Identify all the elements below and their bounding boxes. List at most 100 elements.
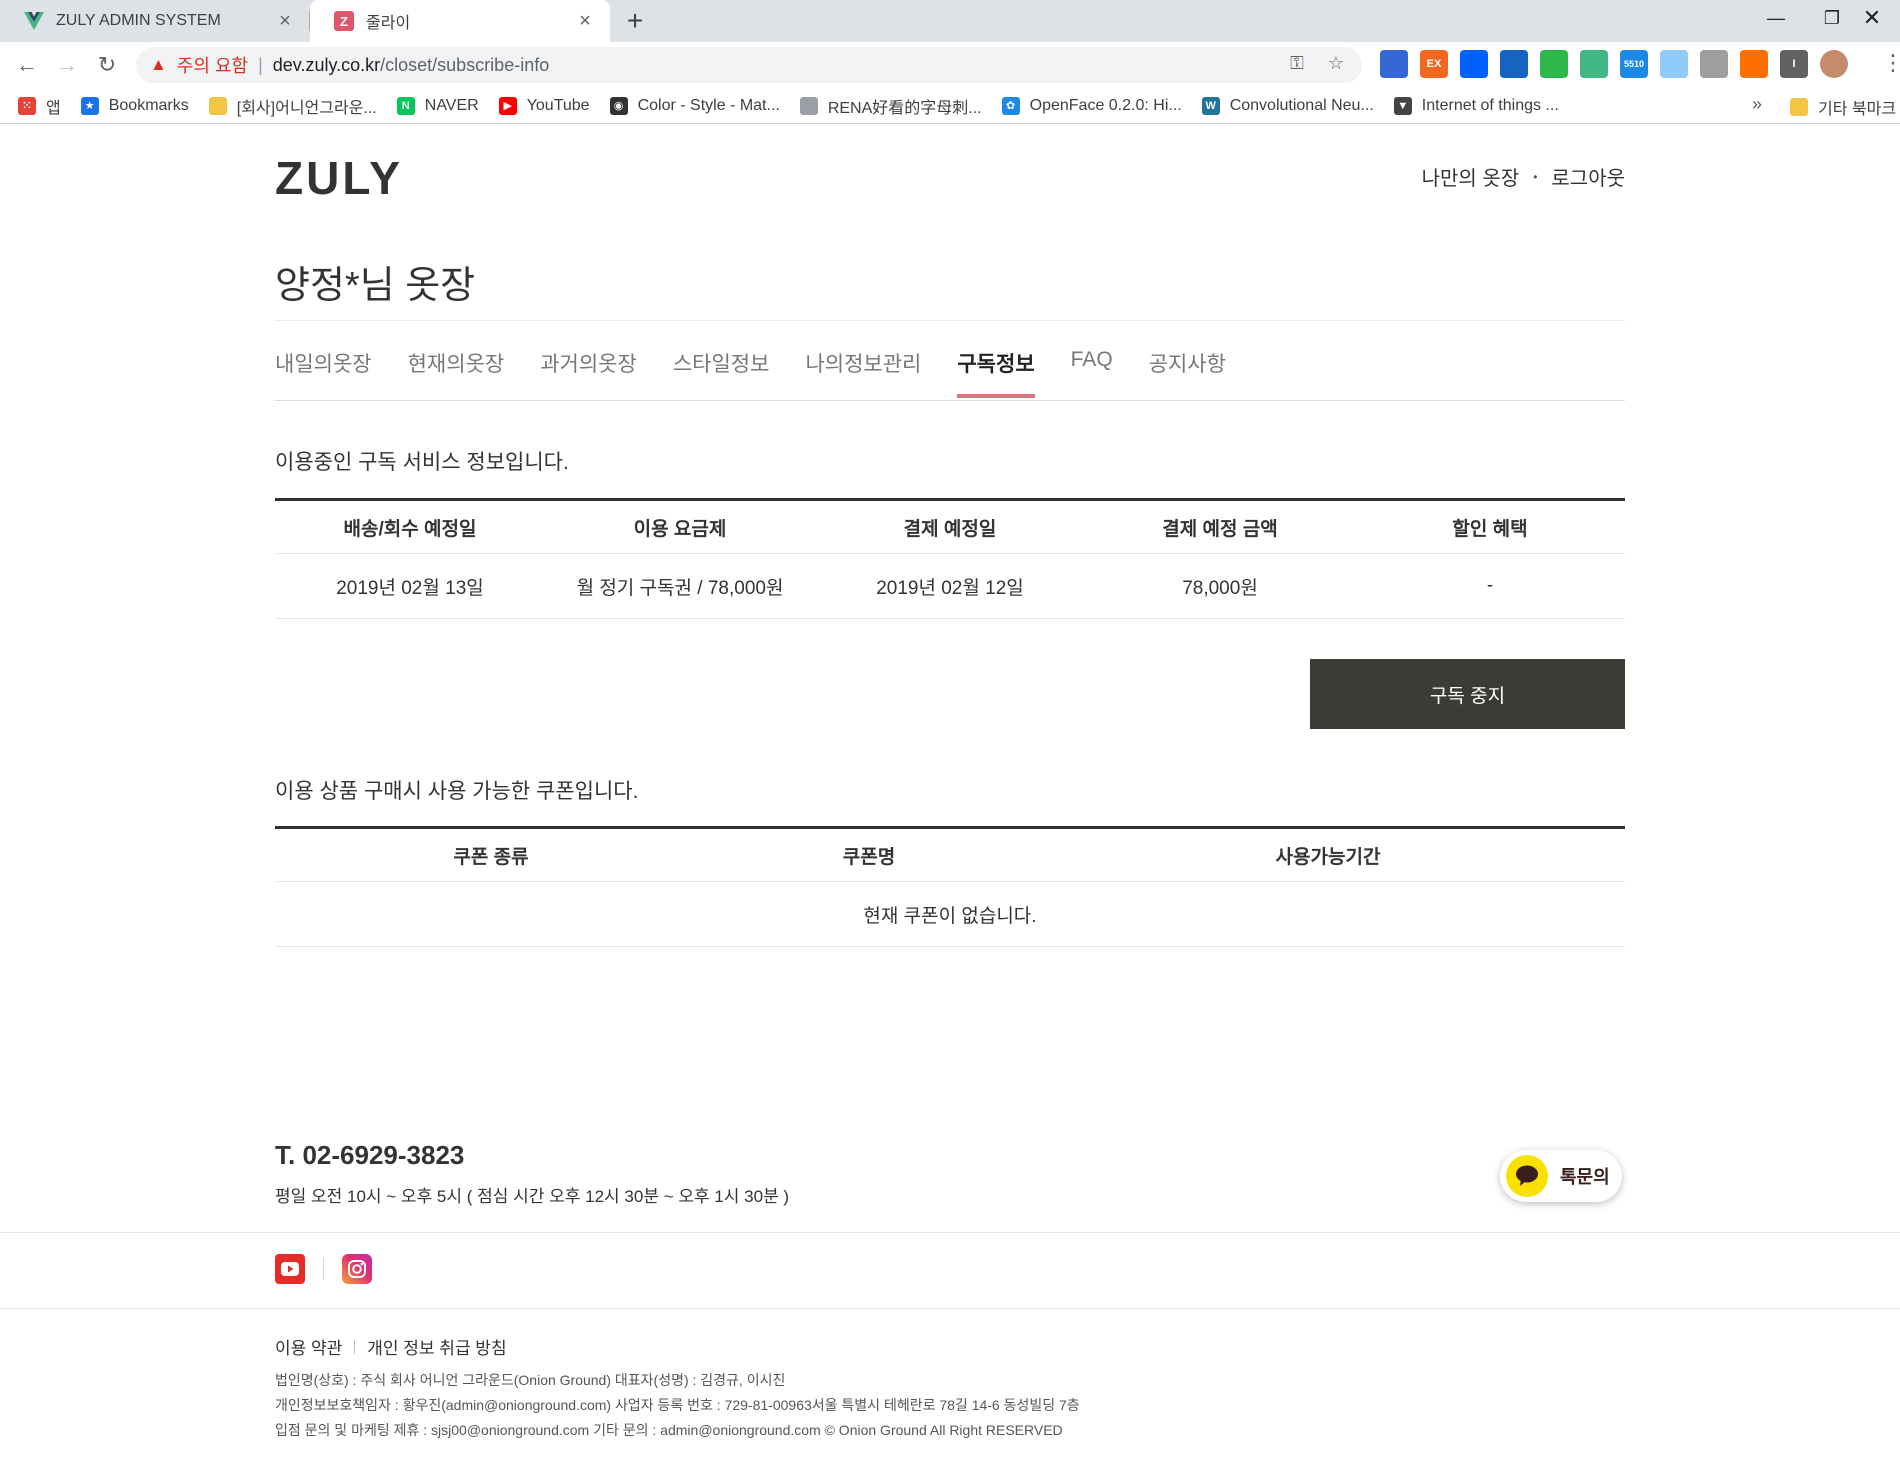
social-separator bbox=[323, 1258, 324, 1280]
key-icon[interactable]: ⚿ bbox=[1290, 53, 1304, 74]
social-links bbox=[275, 1254, 372, 1284]
bookmark-star-icon[interactable]: ☆ bbox=[1328, 53, 1344, 74]
profile-avatar-icon[interactable] bbox=[1820, 50, 1848, 78]
window-extension-icon[interactable] bbox=[1500, 50, 1528, 78]
chart-extension-icon[interactable] bbox=[1740, 50, 1768, 78]
bookmark-label: Bookmarks bbox=[108, 96, 189, 114]
bookmark-item[interactable]: ✿ OpenFace 0.2.0: Hi... bbox=[1001, 96, 1182, 115]
footer-phone: T. 02-6929-3823 bbox=[275, 1140, 465, 1170]
footer-divider bbox=[0, 1308, 1900, 1309]
tag-extension-icon[interactable] bbox=[1700, 50, 1728, 78]
bookmark-item[interactable]: ⁙ 앱 bbox=[18, 94, 61, 118]
info-extension-icon[interactable]: I bbox=[1780, 50, 1808, 78]
address-bar[interactable]: ▲ 주의 요함 | dev.zuly.co.kr/closet/subscrib… bbox=[136, 47, 1362, 83]
dropbox-icon[interactable] bbox=[1460, 50, 1488, 78]
table-cell: - bbox=[1355, 553, 1625, 619]
instagram-icon[interactable] bbox=[342, 1254, 372, 1284]
legal-separator bbox=[354, 1339, 356, 1354]
bookmark-label: 앱 bbox=[46, 99, 61, 117]
bookmark-item[interactable]: ◉ Color - Style - Mat... bbox=[609, 96, 780, 115]
folder-icon bbox=[208, 96, 227, 115]
tab-3[interactable]: 과거의옷장 bbox=[540, 348, 637, 398]
bookmark-label: Color - Style - Mat... bbox=[637, 96, 780, 114]
subscription-table: 배송/회수 예정일 이용 요금제 결제 예정일 결제 예정 금액 할인 혜택 2019년… bbox=[275, 498, 1625, 619]
url-path: /closet/subscribe-info bbox=[380, 54, 550, 75]
logout-link[interactable]: 로그아웃 bbox=[1551, 162, 1625, 191]
bookmark-item[interactable]: RENA好看的字母刺... bbox=[799, 94, 982, 118]
privacy-policy-link[interactable]: 개인 정보 취급 방침 bbox=[367, 1334, 506, 1359]
vue-devtools-icon[interactable] bbox=[1580, 50, 1608, 78]
tab-5[interactable]: 나의정보관리 bbox=[805, 348, 921, 398]
coupon-table: 쿠폰 종류 쿠폰명 사용가능기간 현재 쿠폰이 없습니다. bbox=[275, 826, 1625, 947]
table-cell: 2019년 02월 13일 bbox=[275, 553, 545, 619]
address-bar-actions: ⚿ ☆ bbox=[1290, 53, 1344, 74]
column-header: 결제 예정일 bbox=[815, 498, 1085, 554]
reload-icon[interactable]: ↻ bbox=[92, 50, 122, 80]
column-header: 결제 예정 금액 bbox=[1085, 498, 1355, 554]
close-tab-icon[interactable]: × bbox=[574, 10, 596, 33]
column-header: 배송/회수 예정일 bbox=[275, 498, 545, 554]
bookmark-item[interactable]: N NAVER bbox=[396, 96, 479, 115]
bookmarks-overflow-icon[interactable]: » bbox=[1752, 94, 1762, 115]
terms-link[interactable]: 이용 약관 bbox=[275, 1334, 342, 1359]
new-tab-button[interactable]: + bbox=[620, 6, 650, 36]
paper-plane-icon[interactable] bbox=[1660, 50, 1688, 78]
my-closet-link[interactable]: 나만의 옷장 bbox=[1422, 162, 1520, 191]
bookmark-item[interactable]: [회사]어니언그라운... bbox=[208, 94, 377, 118]
kakao-chat-button[interactable]: 톡문의 bbox=[1500, 1150, 1622, 1202]
page-icon bbox=[799, 96, 818, 115]
link-separator-dot: • bbox=[1533, 169, 1538, 184]
tab-1[interactable]: 내일의옷장 bbox=[275, 348, 372, 398]
security-warning-label: 주의 요함 bbox=[176, 56, 249, 76]
top-links: 나만의 옷장 • 로그아웃 bbox=[1422, 162, 1625, 191]
tab-8[interactable]: 공지사항 bbox=[1149, 348, 1226, 398]
globe-extension-icon[interactable] bbox=[1380, 50, 1408, 78]
zuly-z-icon: Z bbox=[334, 11, 354, 31]
privacy-officer-info: 개인정보보호책임자 : 황우진(admin@onionground.com) 사… bbox=[275, 1397, 1080, 1413]
forward-icon[interactable]: → bbox=[52, 50, 82, 80]
bookmark-label: RENA好看的字母刺... bbox=[827, 99, 982, 117]
browser-menu-icon[interactable]: ⋮ bbox=[1882, 50, 1900, 76]
footer-hours: 평일 오전 10시 ~ 오후 5시 ( 점심 시간 오후 12시 30분 ~ 오… bbox=[275, 1187, 790, 1206]
cancel-subscription-button[interactable]: 구독 중지 bbox=[1310, 659, 1625, 729]
close-tab-icon[interactable]: × bbox=[274, 10, 296, 33]
tab-2[interactable]: 현재의옷장 bbox=[408, 348, 505, 398]
shield-check-icon[interactable] bbox=[1540, 50, 1568, 78]
bookmark-label: YouTube bbox=[526, 96, 590, 114]
paw-icon: ✿ bbox=[1001, 96, 1020, 115]
minimize-window-icon[interactable]: — bbox=[1748, 0, 1804, 38]
tab-7[interactable]: FAQ bbox=[1071, 348, 1113, 398]
legal-links: 이용 약관 개인 정보 취급 방침 bbox=[275, 1334, 507, 1359]
back-icon[interactable]: ← bbox=[12, 50, 42, 80]
close-window-icon[interactable]: ✕ bbox=[1844, 0, 1900, 38]
iot-icon: ▼ bbox=[1393, 96, 1412, 115]
youtube-icon[interactable] bbox=[275, 1254, 305, 1284]
browser-toolbar: ← → ↻ ▲ 주의 요함 | dev.zuly.co.kr/closet/su… bbox=[0, 42, 1900, 88]
site-logo[interactable]: ZULY bbox=[275, 151, 403, 205]
table-cell: 월 정기 구독권 / 78,000원 bbox=[545, 553, 815, 619]
contact-info: 입점 문의 및 마케팅 제휴 : sjsj00@onionground.com … bbox=[275, 1422, 1063, 1438]
bookmark-item[interactable]: ★ Bookmarks bbox=[80, 96, 189, 115]
counter-extension-icon[interactable]: 5510 bbox=[1620, 50, 1648, 78]
material-icon: ◉ bbox=[609, 96, 628, 115]
url-host: dev.zuly.co.kr bbox=[272, 54, 381, 75]
column-header: 쿠폰명 bbox=[707, 826, 1031, 882]
youtube-icon: ▶ bbox=[498, 96, 517, 115]
bookmark-label: NAVER bbox=[424, 96, 479, 114]
table-row: 2019년 02월 13일 월 정기 구독권 / 78,000원 2019년 02월… bbox=[275, 553, 1625, 619]
tab-title: 줄라이 bbox=[366, 15, 411, 32]
bookmark-item[interactable]: ▶ YouTube bbox=[498, 96, 590, 115]
coupon-caption: 이용 상품 구매시 사용 가능한 쿠폰입니다. bbox=[275, 780, 639, 803]
tab-6[interactable]: 구독정보 bbox=[957, 348, 1035, 398]
bookmark-item[interactable]: W Convolutional Neu... bbox=[1201, 96, 1374, 115]
ex-extension-icon[interactable]: EX bbox=[1420, 50, 1448, 78]
bookmark-label: OpenFace 0.2.0: Hi... bbox=[1029, 96, 1182, 114]
bookmark-item[interactable]: ▼ Internet of things ... bbox=[1393, 96, 1559, 115]
wordpress-icon: W bbox=[1201, 96, 1220, 115]
tab-4[interactable]: 스타일정보 bbox=[673, 348, 770, 398]
tab-zuly-admin[interactable]: ZULY ADMIN SYSTEM × bbox=[0, 0, 310, 42]
closet-menu: 내일의옷장 현재의옷장 과거의옷장 스타일정보 나의정보관리 구독정보 FAQ 공지사항 bbox=[275, 348, 1262, 398]
other-bookmarks-label: 기타 북마크 bbox=[1818, 101, 1897, 118]
tab-zuly-active[interactable]: Z 줄라이 × bbox=[310, 0, 610, 42]
other-bookmarks-folder[interactable]: 기타 북마크 bbox=[1790, 95, 1896, 119]
